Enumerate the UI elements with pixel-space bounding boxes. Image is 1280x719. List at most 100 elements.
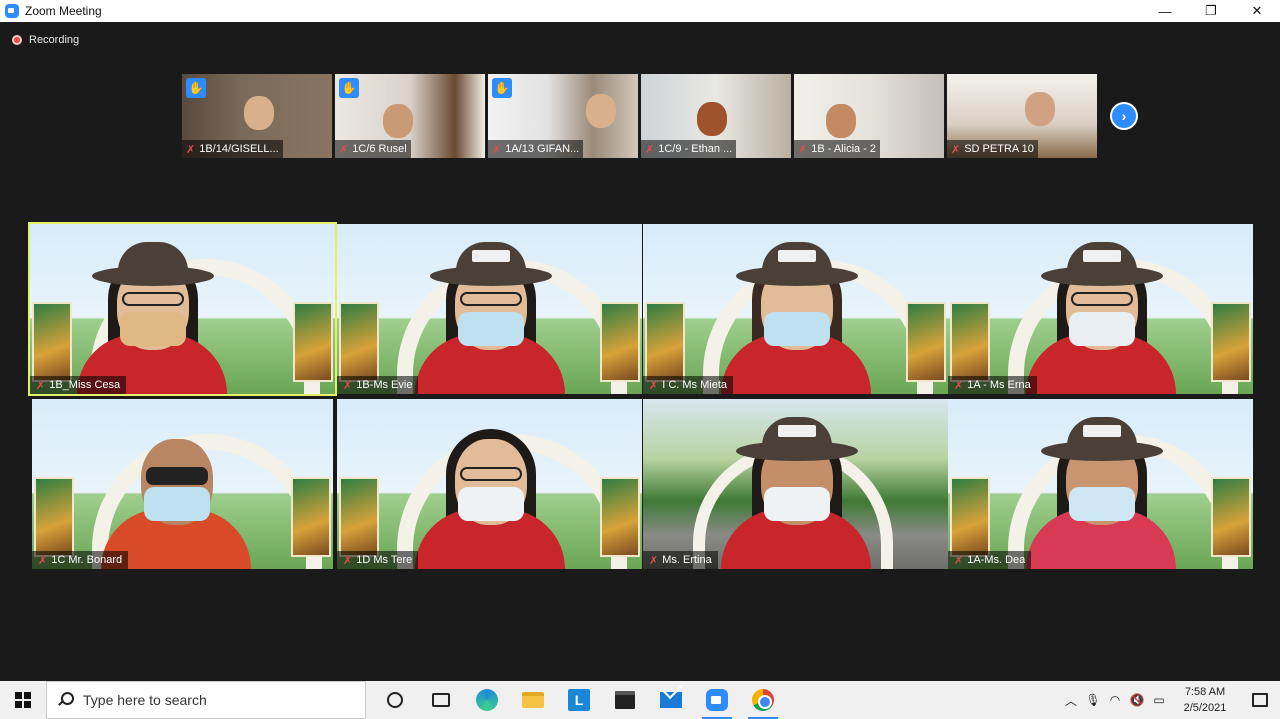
participant-name-label: ✗ 1A - Ms Erna: [948, 376, 1037, 394]
cortana-button[interactable]: [372, 681, 418, 719]
file-explorer-button[interactable]: [510, 681, 556, 719]
video-tile[interactable]: ✗ 1B_Miss Cesa: [28, 222, 337, 396]
face-mask: [1068, 312, 1135, 346]
participant-name-label: ✗ 1C/6 Rusel: [335, 140, 411, 158]
chrome-button[interactable]: [740, 681, 786, 719]
face-mask: [457, 487, 524, 521]
taskbar-search-box[interactable]: Type here to search: [46, 681, 366, 719]
recording-indicator[interactable]: Recording: [12, 34, 79, 46]
battery-icon[interactable]: ▭: [1148, 681, 1170, 719]
participant-face: [586, 94, 616, 128]
video-tile[interactable]: ✗ 1C Mr. Bonard: [32, 399, 333, 569]
thumbnail-tile[interactable]: ✗ 1C/9 - Ethan ...: [641, 74, 791, 158]
participant-figure: [1011, 399, 1191, 569]
show-hidden-icons-button[interactable]: ︿: [1060, 681, 1082, 719]
thumbnail-tile[interactable]: ✋ ✗ 1B/14/GISELL...: [182, 74, 332, 158]
safari-hat: [92, 242, 214, 286]
zoom-taskbar-button[interactable]: [694, 681, 740, 719]
mic-muted-icon: ✗: [649, 554, 659, 567]
action-center-button[interactable]: [1240, 681, 1280, 719]
raised-hand-icon: ✋: [186, 78, 206, 98]
mic-muted-icon: ✗: [954, 554, 964, 567]
store-button[interactable]: [602, 681, 648, 719]
raised-hand-icon: ✋: [492, 78, 512, 98]
thumbnail-tile[interactable]: ✋ ✗ 1A/13 GIFAN...: [488, 74, 638, 158]
volume-muted-icon[interactable]: 🔇: [1126, 681, 1148, 719]
notification-icon: [1252, 693, 1268, 707]
clock-time: 7:58 AM: [1184, 686, 1226, 698]
video-tile[interactable]: ✗ I C. Ms Mieta: [643, 224, 948, 394]
participant-face: [244, 96, 274, 130]
participant-name: SD PETRA 10: [964, 143, 1034, 155]
background-poster: [906, 302, 946, 382]
glasses: [459, 292, 522, 306]
safari-hat: [1040, 242, 1163, 286]
clock-date: 2/5/2021: [1183, 702, 1227, 714]
close-button[interactable]: ✕: [1234, 0, 1280, 22]
participant-figure: [400, 399, 580, 569]
glasses: [459, 467, 522, 481]
zoom-icon: [706, 689, 728, 711]
participant-name-label: ✗ 1A/13 GIFAN...: [488, 140, 584, 158]
participant-name-label: ✗ 1B_Miss Cesa: [30, 376, 127, 394]
window-title: Zoom Meeting: [25, 4, 102, 18]
safari-hat: [735, 242, 858, 286]
participant-name: 1C/6 Rusel: [352, 143, 407, 155]
edge-button[interactable]: [464, 681, 510, 719]
windows-taskbar: Type here to search L ︿ 🎙 ◠ 🔇 ▭ 7:58 AM …: [0, 681, 1280, 719]
background-poster: [291, 477, 331, 557]
wifi-icon[interactable]: ◠: [1104, 681, 1126, 719]
participant-figure: [400, 224, 580, 394]
participant-name: I C. Ms Mieta: [662, 379, 728, 391]
participant-name: 1A-Ms. Dea: [967, 554, 1026, 566]
background-poster: [293, 302, 333, 382]
thumbnail-tile[interactable]: ✋ ✗ 1C/6 Rusel: [335, 74, 485, 158]
participant-figure: [86, 399, 266, 569]
search-icon: [57, 692, 74, 708]
next-page-button[interactable]: ›: [1110, 102, 1138, 130]
video-tile[interactable]: ✗ Ms. Ertina: [643, 399, 948, 569]
recording-label: Recording: [29, 34, 80, 46]
raised-hand-icon: ✋: [339, 78, 359, 98]
participant-figure: [706, 224, 886, 394]
mic-muted-icon: ✗: [954, 379, 964, 392]
participant-name-label: ✗ 1B/14/GISELL...: [182, 140, 283, 158]
safari-hat: [1040, 417, 1163, 461]
participant-face: [383, 104, 413, 138]
sunglasses: [146, 467, 209, 485]
window-titlebar: Zoom Meeting — ❐ ✕: [0, 0, 1280, 22]
video-tile[interactable]: ✗ 1D Ms Tere: [337, 399, 642, 569]
mic-muted-icon: ✗: [339, 143, 349, 156]
restore-button[interactable]: ❐: [1188, 0, 1234, 22]
pinned-apps: L: [372, 681, 786, 719]
background-poster: [950, 302, 990, 382]
background-poster: [339, 302, 379, 382]
background-poster: [1211, 302, 1251, 382]
system-tray: ︿ 🎙 ◠ 🔇 ▭ 7:58 AM 2/5/2021: [1060, 681, 1280, 719]
participant-face: [1025, 92, 1055, 126]
recording-dot-icon: [12, 35, 22, 45]
background-poster: [600, 477, 640, 557]
l-app-button[interactable]: L: [556, 681, 602, 719]
participant-name: Ms. Ertina: [662, 554, 712, 566]
minimize-button[interactable]: —: [1142, 0, 1188, 22]
microphone-icon[interactable]: 🎙: [1082, 681, 1104, 719]
mail-button[interactable]: [648, 681, 694, 719]
folder-icon: [522, 692, 544, 708]
participant-name: 1B - Alicia - 2: [811, 143, 877, 155]
task-view-button[interactable]: [418, 681, 464, 719]
taskbar-clock[interactable]: 7:58 AM 2/5/2021: [1170, 684, 1240, 716]
l-app-icon: L: [568, 689, 590, 711]
start-button[interactable]: [0, 681, 46, 719]
video-tile[interactable]: ✗ 1A - Ms Erna: [948, 224, 1253, 394]
participant-name: 1B_Miss Cesa: [49, 379, 121, 391]
mic-muted-icon: ✗: [343, 379, 353, 392]
thumbnail-tile[interactable]: ✗ 1B - Alicia - 2: [794, 74, 944, 158]
video-tile[interactable]: ✗ 1A-Ms. Dea: [948, 399, 1253, 569]
mic-muted-icon: ✗: [951, 143, 961, 156]
video-tile[interactable]: ✗ 1B-Ms Evie: [337, 224, 642, 394]
participant-figure: [706, 399, 886, 569]
background-poster: [950, 477, 990, 557]
thumbnail-tile[interactable]: ✗ SD PETRA 10: [947, 74, 1097, 158]
mic-muted-icon: ✗: [492, 143, 502, 156]
